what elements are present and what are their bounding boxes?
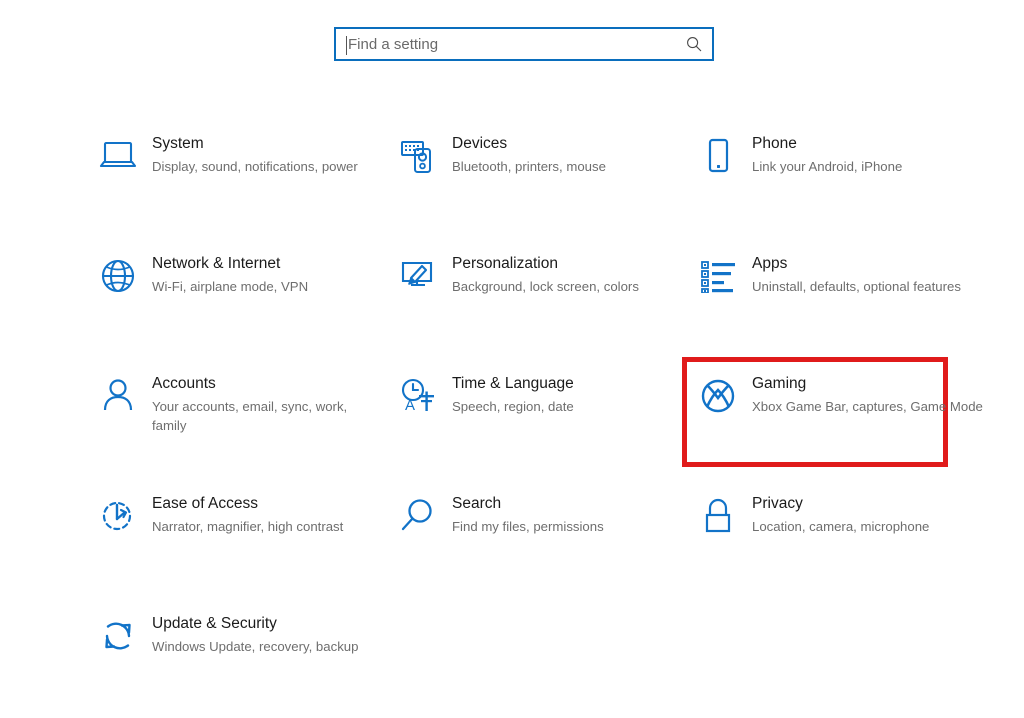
settings-tile-time-language[interactable]: A Time & Language Speech, region, date <box>396 358 686 468</box>
tile-text: Time & Language Speech, region, date <box>452 372 574 416</box>
tile-subtitle: Wi-Fi, airplane mode, VPN <box>152 279 309 294</box>
settings-tile-accounts[interactable]: Accounts Your accounts, email, sync, wor… <box>96 358 386 468</box>
tile-title: Search <box>452 495 502 512</box>
settings-category-grid: System Display, sound, notifications, po… <box>0 118 1024 718</box>
tile-subtitle: Location, camera, microphone <box>752 519 930 534</box>
tile-text: Apps Uninstall, defaults, optional featu… <box>752 252 961 296</box>
settings-tile-update-security[interactable]: Update & Security Windows Update, recove… <box>96 598 386 708</box>
phone-icon <box>696 134 740 178</box>
ease-of-access-icon <box>96 494 140 538</box>
settings-tile-gaming[interactable]: Gaming Xbox Game Bar, captures, Game Mod… <box>696 358 986 468</box>
settings-tile-apps[interactable]: Apps Uninstall, defaults, optional featu… <box>696 238 986 348</box>
settings-tile-system[interactable]: System Display, sound, notifications, po… <box>96 118 386 228</box>
settings-tile-personalization[interactable]: Personalization Background, lock screen,… <box>396 238 686 348</box>
tile-title: Gaming <box>752 375 807 392</box>
tile-title: Network & Internet <box>152 255 281 272</box>
text-caret <box>346 36 347 55</box>
tile-text: Update & Security Windows Update, recove… <box>152 612 358 656</box>
laptop-icon <box>96 134 140 178</box>
tile-text: Personalization Background, lock screen,… <box>452 252 639 296</box>
magnifier-icon <box>396 494 440 538</box>
tile-title: Time & Language <box>452 375 574 392</box>
tile-subtitle: Find my files, permissions <box>452 519 604 534</box>
person-icon <box>96 374 140 418</box>
xbox-icon <box>696 374 740 418</box>
tile-subtitle: Display, sound, notifications, power <box>152 159 358 174</box>
settings-tile-devices[interactable]: Devices Bluetooth, printers, mouse <box>396 118 686 228</box>
tile-title: Devices <box>452 135 508 152</box>
settings-tile-privacy[interactable]: Privacy Location, camera, microphone <box>696 478 986 588</box>
tile-text: Search Find my files, permissions <box>452 492 604 536</box>
tile-title: Phone <box>752 135 797 152</box>
tile-text: Devices Bluetooth, printers, mouse <box>452 132 606 176</box>
tile-title: Apps <box>752 255 788 272</box>
tile-subtitle: Uninstall, defaults, optional features <box>752 279 961 294</box>
refresh-icon <box>96 614 140 658</box>
tile-subtitle: Bluetooth, printers, mouse <box>452 159 606 174</box>
keyboard-device-icon <box>396 134 440 178</box>
tile-subtitle: Narrator, magnifier, high contrast <box>152 519 344 534</box>
settings-row: Network & Internet Wi-Fi, airplane mode,… <box>0 238 1024 467</box>
settings-tile-phone[interactable]: Phone Link your Android, iPhone <box>696 118 986 228</box>
search-input[interactable] <box>336 29 712 59</box>
tile-text: Network & Internet Wi-Fi, airplane mode,… <box>152 252 308 296</box>
tile-subtitle: Windows Update, recovery, backup <box>152 639 359 654</box>
tile-text: Privacy Location, camera, microphone <box>752 492 929 536</box>
tile-subtitle: Xbox Game Bar, captures, Game Mode <box>752 399 983 414</box>
tile-text: Gaming Xbox Game Bar, captures, Game Mod… <box>752 372 983 416</box>
tile-title: Ease of Access <box>152 495 258 512</box>
tile-subtitle: Link your Android, iPhone <box>752 159 903 174</box>
monitor-brush-icon <box>396 254 440 298</box>
tile-title: Personalization <box>452 255 558 272</box>
clock-language-icon: A <box>396 374 440 418</box>
settings-tile-network-internet[interactable]: Network & Internet Wi-Fi, airplane mode,… <box>96 238 386 348</box>
settings-row: Ease of Access Narrator, magnifier, high… <box>0 478 1024 598</box>
settings-search-area <box>334 27 714 61</box>
search-box[interactable] <box>334 27 714 61</box>
tile-text: Ease of Access Narrator, magnifier, high… <box>152 492 343 536</box>
tile-text: Accounts Your accounts, email, sync, wor… <box>152 372 384 435</box>
tile-title: Accounts <box>152 375 216 392</box>
settings-tile-ease-of-access[interactable]: Ease of Access Narrator, magnifier, high… <box>96 478 386 588</box>
lock-icon <box>696 494 740 538</box>
tile-subtitle: Speech, region, date <box>452 399 574 414</box>
globe-icon <box>96 254 140 298</box>
settings-row: Accounts Your accounts, email, sync, wor… <box>0 358 1024 478</box>
tile-text: Phone Link your Android, iPhone <box>752 132 902 176</box>
tile-subtitle: Background, lock screen, colors <box>452 279 639 294</box>
tile-text: System Display, sound, notifications, po… <box>152 132 358 176</box>
tile-title: System <box>152 135 204 152</box>
app-list-icon <box>696 254 740 298</box>
settings-row: System Display, sound, notifications, po… <box>0 118 1024 238</box>
settings-tile-search[interactable]: Search Find my files, permissions <box>396 478 686 588</box>
settings-row: Update & Security Windows Update, recove… <box>0 598 1024 718</box>
tile-subtitle: Your accounts, email, sync, work, family <box>152 399 348 433</box>
svg-text:A: A <box>405 397 415 414</box>
tile-title: Privacy <box>752 495 803 512</box>
tile-title: Update & Security <box>152 615 277 632</box>
